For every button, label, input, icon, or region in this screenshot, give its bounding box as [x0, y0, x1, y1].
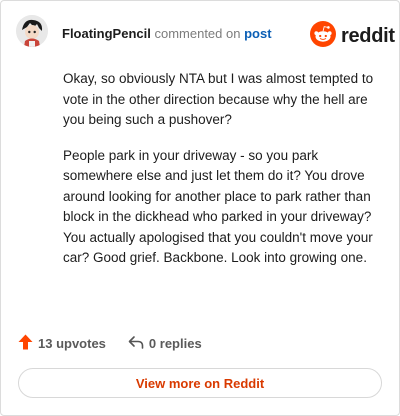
comment-header: FloatingPencil commented on post [62, 27, 272, 41]
avatar[interactable] [16, 15, 48, 47]
comment-body: Okay, so obviously NTA but I was almost … [63, 69, 383, 284]
reddit-logo[interactable]: reddit [310, 21, 395, 52]
brand-wordmark: reddit [341, 25, 395, 47]
replies-stat[interactable]: 0 replies [128, 335, 202, 352]
embedded-comment-card: FloatingPencil commented on post reddit … [0, 0, 400, 416]
comment-paragraph: People park in your driveway - so you pa… [63, 147, 373, 266]
upvote-arrow-icon [18, 334, 33, 353]
reddit-snoo-icon [310, 21, 336, 52]
replies-count: 0 replies [148, 336, 202, 351]
post-link[interactable]: post [244, 26, 271, 41]
reply-arrow-icon [128, 335, 144, 352]
upvotes-count: 13 upvotes [38, 336, 106, 351]
action-text: commented on [154, 26, 241, 41]
comment-paragraph: Okay, so obviously NTA but I was almost … [63, 71, 374, 127]
view-more-button[interactable]: View more on Reddit [18, 368, 382, 398]
username[interactable]: FloatingPencil [62, 26, 151, 41]
upvotes-stat[interactable]: 13 upvotes [18, 334, 106, 353]
comment-footer: 13 upvotes 0 replies [18, 334, 202, 353]
